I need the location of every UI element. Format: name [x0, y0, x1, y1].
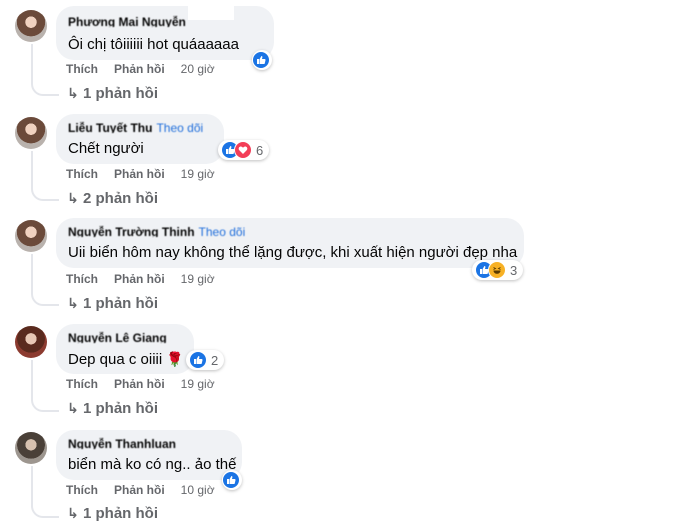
- comment-text: Uii biển hôm nay không thể lặng được, kh…: [68, 244, 518, 261]
- reaction-summary[interactable]: 6: [218, 140, 270, 160]
- view-replies-link[interactable]: ↳ 1 phản hồi: [67, 85, 158, 102]
- follow-link[interactable]: Theo dõi: [199, 226, 246, 237]
- comment-bubble: Liễu Tuyết Thu Theo dõi Chết người: [56, 114, 224, 164]
- view-replies-link[interactable]: ↳ 1 phản hồi: [67, 400, 158, 417]
- comment-bubble: Nguyễn Trường Thịnh Theo dõi Uii biển hôm…: [56, 218, 524, 268]
- replies-count: 1 phản hồi: [83, 295, 158, 312]
- thread-connector: [31, 290, 59, 306]
- comment-author[interactable]: Nguyễn Trường Thịnh Theo dõi: [68, 226, 512, 237]
- comment-timestamp[interactable]: 19 giờ: [181, 167, 215, 181]
- comment-text: Ôi chị tôiiiiii hot quáaaaaa: [68, 36, 239, 53]
- thread-connector: [31, 80, 59, 96]
- haha-reaction-icon: [488, 261, 506, 279]
- reply-button[interactable]: Phản hồi: [114, 377, 165, 391]
- thread-line: [31, 44, 33, 80]
- view-replies-link[interactable]: ↳ 1 phản hồi: [67, 505, 158, 522]
- comment-text: Chết người: [68, 140, 144, 157]
- comment-actions: Thích Phản hồi 19 giờ: [66, 377, 231, 391]
- reaction-count: 2: [211, 352, 219, 368]
- view-replies-link[interactable]: ↳ 2 phản hồi: [67, 190, 158, 207]
- rose-emoji: 🌹: [166, 351, 184, 367]
- reply-button[interactable]: Phản hồi: [114, 62, 165, 76]
- like-button[interactable]: Thích: [66, 167, 98, 181]
- author-name[interactable]: Liễu Tuyết Thu: [68, 122, 152, 133]
- love-reaction-icon: [234, 141, 252, 159]
- thread-connector: [31, 396, 59, 412]
- thread-connector: [31, 185, 59, 201]
- reaction-summary[interactable]: [252, 50, 272, 70]
- thread-line: [31, 466, 33, 502]
- comment-bubble: Phương Mai Nguyễn Ôi chị tôiiiiii hot qu…: [56, 6, 274, 60]
- comment-timestamp[interactable]: 10 giờ: [181, 483, 215, 497]
- avatar[interactable]: [15, 10, 47, 42]
- reaction-summary[interactable]: 3: [472, 260, 524, 280]
- thread-line: [31, 254, 33, 290]
- reaction-count: 6: [256, 142, 264, 158]
- comment-timestamp[interactable]: 19 giờ: [181, 272, 215, 286]
- like-button[interactable]: Thích: [66, 62, 98, 76]
- redaction: [188, 6, 234, 20]
- thread-connector: [31, 502, 59, 518]
- like-button[interactable]: Thích: [66, 377, 98, 391]
- like-button[interactable]: Thích: [66, 272, 98, 286]
- replies-count: 2 phản hồi: [83, 190, 158, 207]
- reply-button[interactable]: Phản hồi: [114, 483, 165, 497]
- replies-count: 1 phản hồi: [83, 505, 158, 522]
- avatar[interactable]: [15, 117, 47, 149]
- thread-line: [31, 151, 33, 185]
- comment-bubble: Nguyễn Lê Giang Dep qua c oiiii 🌹: [56, 324, 194, 374]
- avatar[interactable]: [15, 220, 47, 252]
- comment-author[interactable]: Nguyễn Thanhluan: [68, 438, 230, 449]
- reply-arrow-icon: ↳: [67, 190, 79, 206]
- comment-actions: Thích Phản hồi 10 giờ: [66, 483, 231, 497]
- reply-button[interactable]: Phản hồi: [114, 272, 165, 286]
- author-name[interactable]: Nguyễn Trường Thịnh: [68, 226, 195, 237]
- comment-bubble: Nguyễn Thanhluan biển mà ko có ng.. ảo t…: [56, 430, 242, 480]
- comment-text: Dep qua c oiiii 🌹: [68, 349, 184, 370]
- view-replies-link[interactable]: ↳ 1 phản hồi: [67, 295, 158, 312]
- comment-actions: Thích Phản hồi 20 giờ: [66, 62, 231, 76]
- like-reaction-icon: [252, 51, 270, 69]
- reply-arrow-icon: ↳: [67, 295, 79, 311]
- comment-text-body: Dep qua c oiiii: [68, 351, 163, 368]
- comment-actions: Thích Phản hồi 19 giờ: [66, 272, 231, 286]
- like-button[interactable]: Thích: [66, 483, 98, 497]
- follow-link[interactable]: Theo dõi: [156, 122, 203, 133]
- comment-author[interactable]: Liễu Tuyết Thu Theo dõi: [68, 122, 212, 133]
- comment-text: biển mà ko có ng.. ảo thế: [68, 456, 237, 473]
- avatar[interactable]: [15, 326, 47, 358]
- reaction-count: 3: [510, 262, 518, 278]
- comment-timestamp[interactable]: 19 giờ: [181, 377, 215, 391]
- reaction-summary[interactable]: 2: [186, 350, 225, 370]
- comment-timestamp[interactable]: 20 giờ: [181, 62, 215, 76]
- reply-button[interactable]: Phản hồi: [114, 167, 165, 181]
- replies-count: 1 phản hồi: [83, 400, 158, 417]
- like-reaction-icon: [189, 351, 207, 369]
- reply-arrow-icon: ↳: [67, 85, 79, 101]
- avatar[interactable]: [15, 432, 47, 464]
- replies-count: 1 phản hồi: [83, 85, 158, 102]
- comment-actions: Thích Phản hồi 19 giờ: [66, 167, 231, 181]
- comment-author[interactable]: Nguyễn Lê Giang: [68, 332, 182, 343]
- reply-arrow-icon: ↳: [67, 505, 79, 521]
- reply-arrow-icon: ↳: [67, 400, 79, 416]
- thread-line: [31, 360, 33, 396]
